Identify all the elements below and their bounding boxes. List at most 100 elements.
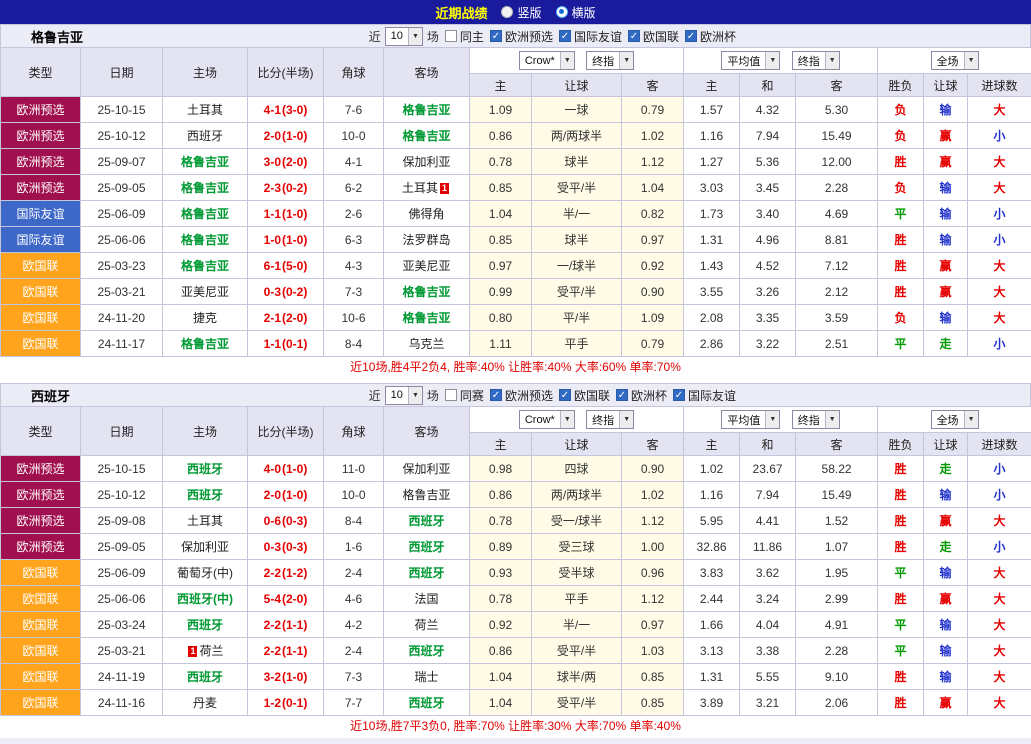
score-halftime: (3-0) [282,103,307,117]
score-halftime: (2-0) [282,592,307,606]
team-name-text: 格鲁吉亚 [181,207,229,221]
score-halftime: (2-0) [282,311,307,325]
team-name-text: 格鲁吉亚 [181,337,229,351]
date-cell: 25-06-09 [81,201,163,227]
scope-select[interactable]: 全场 ▼ [931,51,979,70]
score-cell: 2-2(1-2) [248,560,324,586]
eu-away-odds: 2.99 [796,586,878,612]
result-cell: 胜 [878,149,924,175]
ah-away-odds: 0.97 [622,227,684,253]
odds-company-select[interactable]: Crow* ▼ [519,410,575,429]
eu-away-odds: 15.49 [796,123,878,149]
score-fulltime: 4-0 [264,462,281,476]
date-cell: 25-06-06 [81,227,163,253]
away-team-cell: 佛得角 [384,201,470,227]
eu-away-odds: 7.12 [796,253,878,279]
col-header-home: 主场 [163,48,248,97]
date-cell: 25-10-15 [81,97,163,123]
score-fulltime: 6-1 [264,259,281,273]
odds-company-select[interactable]: Crow* ▼ [519,51,575,70]
corner-cell: 10-0 [324,482,384,508]
scope-select[interactable]: 全场 ▼ [931,410,979,429]
goals-result-cell: 大 [968,586,1031,612]
eu-away-odds: 1.52 [796,508,878,534]
ah-home-odds: 1.11 [470,331,532,357]
competition-filter[interactable]: ✓欧洲预选 [490,28,553,45]
score-fulltime: 1-1 [264,207,281,221]
home-team-cell: 丹麦 [163,690,248,716]
top-title-bar: 近期战绩 竖版 横版 [0,0,1031,24]
eu-home-odds: 3.83 [684,560,740,586]
checkbox-icon: ✓ [673,389,685,401]
score-halftime: (2-0) [282,155,307,169]
result-cell: 平 [878,331,924,357]
match-row: 欧国联25-06-06西班牙(中)5-4(2-0)4-6法国0.78平手1.12… [1,586,1031,612]
competition-filter[interactable]: ✓国际友谊 [673,387,736,404]
score-halftime: (1-0) [282,233,307,247]
eu-home-odds: 3.89 [684,690,740,716]
layout-option-horizontal[interactable]: 横版 [556,4,596,21]
score-cell: 2-0(1-0) [248,123,324,149]
eu-company-select[interactable]: 平均值 ▼ [721,51,780,70]
recent-results-table: 类型 日期 主场 比分(半场) 角球 客场 Crow* ▼ 终指 ▼ [0,406,1031,716]
ah-line: 半/一 [532,201,622,227]
recent-count-select[interactable]: 10 ▼ [385,386,423,405]
corner-cell: 10-6 [324,305,384,331]
ah-result-cell: 赢 [924,586,968,612]
score-halftime: (0-3) [282,514,307,528]
checkbox-label: 欧洲预选 [505,28,553,45]
same-competition-filter[interactable]: 同赛 [445,387,484,404]
goals-result-cell: 大 [968,253,1031,279]
odds-stage-select[interactable]: 终指 ▼ [586,51,634,70]
ah-line: 受平/半 [532,638,622,664]
team-name-text: 格鲁吉亚 [181,181,229,195]
score-cell: 1-1(0-1) [248,331,324,357]
date-cell: 25-09-05 [81,175,163,201]
ah-home-odds: 0.80 [470,305,532,331]
home-team-cell: 西班牙 [163,123,248,149]
eu-company-select[interactable]: 平均值 ▼ [721,410,780,429]
match-row: 欧国联24-11-17格鲁吉亚1-1(0-1)8-4乌克兰1.11平手0.792… [1,331,1031,357]
eu-stage-select[interactable]: 终指 ▼ [792,410,840,429]
eu-away-odds: 2.51 [796,331,878,357]
eu-stage-select[interactable]: 终指 ▼ [792,51,840,70]
recent-count-select[interactable]: 10 ▼ [385,27,423,46]
same-venue-filter[interactable]: 同主 [445,28,484,45]
layout-option-vertical[interactable]: 竖版 [501,4,541,21]
match-row: 欧国联25-03-23格鲁吉亚6-1(5-0)4-3亚美尼亚0.97一/球半0.… [1,253,1031,279]
ah-line: 平手 [532,586,622,612]
home-team-cell: 土耳其 [163,97,248,123]
radio-selected-icon [556,6,568,18]
eu-home-odds: 2.86 [684,331,740,357]
score-fulltime: 0-3 [264,540,281,554]
score-halftime: (1-0) [282,129,307,143]
team-name-text: 保加利亚 [402,155,450,169]
team-name-text: 法国 [414,592,438,606]
competition-filter[interactable]: ✓欧国联 [628,28,679,45]
score-fulltime: 5-4 [264,592,281,606]
score-cell: 4-1(3-0) [248,97,324,123]
competition-filter[interactable]: ✓欧国联 [559,387,610,404]
goals-result-cell: 大 [968,97,1031,123]
score-halftime: (1-0) [282,670,307,684]
competition-filter[interactable]: ✓欧洲杯 [685,28,736,45]
corner-cell: 7-7 [324,690,384,716]
col-header-ah-home: 主 [470,74,532,97]
competition-filter[interactable]: ✓欧洲杯 [616,387,667,404]
odds-stage-select[interactable]: 终指 ▼ [586,410,634,429]
competition-filter[interactable]: ✓国际友谊 [559,28,622,45]
score-cell: 0-3(0-3) [248,534,324,560]
team-name-text: 丹麦 [193,696,217,710]
match-type-cell: 欧国联 [1,586,81,612]
competition-filter[interactable]: ✓欧洲预选 [490,387,553,404]
score-fulltime: 2-2 [264,618,281,632]
match-row: 欧洲预选25-09-08土耳其0-6(0-3)8-4西班牙0.78受一/球半1.… [1,508,1031,534]
match-row: 欧洲预选25-09-05保加利亚0-3(0-3)1-6西班牙0.89受三球1.0… [1,534,1031,560]
match-row: 欧国联24-11-16丹麦1-2(0-1)7-7西班牙1.04受平/半0.853… [1,690,1031,716]
team-name-text: 西班牙(中) [177,592,233,606]
team-name-text: 荷兰 [199,644,223,658]
competition-filters: ✓欧洲预选 ✓欧国联 ✓欧洲杯 ✓国际友谊 [484,387,736,404]
team-name-text: 葡萄牙(中) [177,566,233,580]
col-header-ah-result: 让球 [924,74,968,97]
eu-draw-odds: 11.86 [740,534,796,560]
